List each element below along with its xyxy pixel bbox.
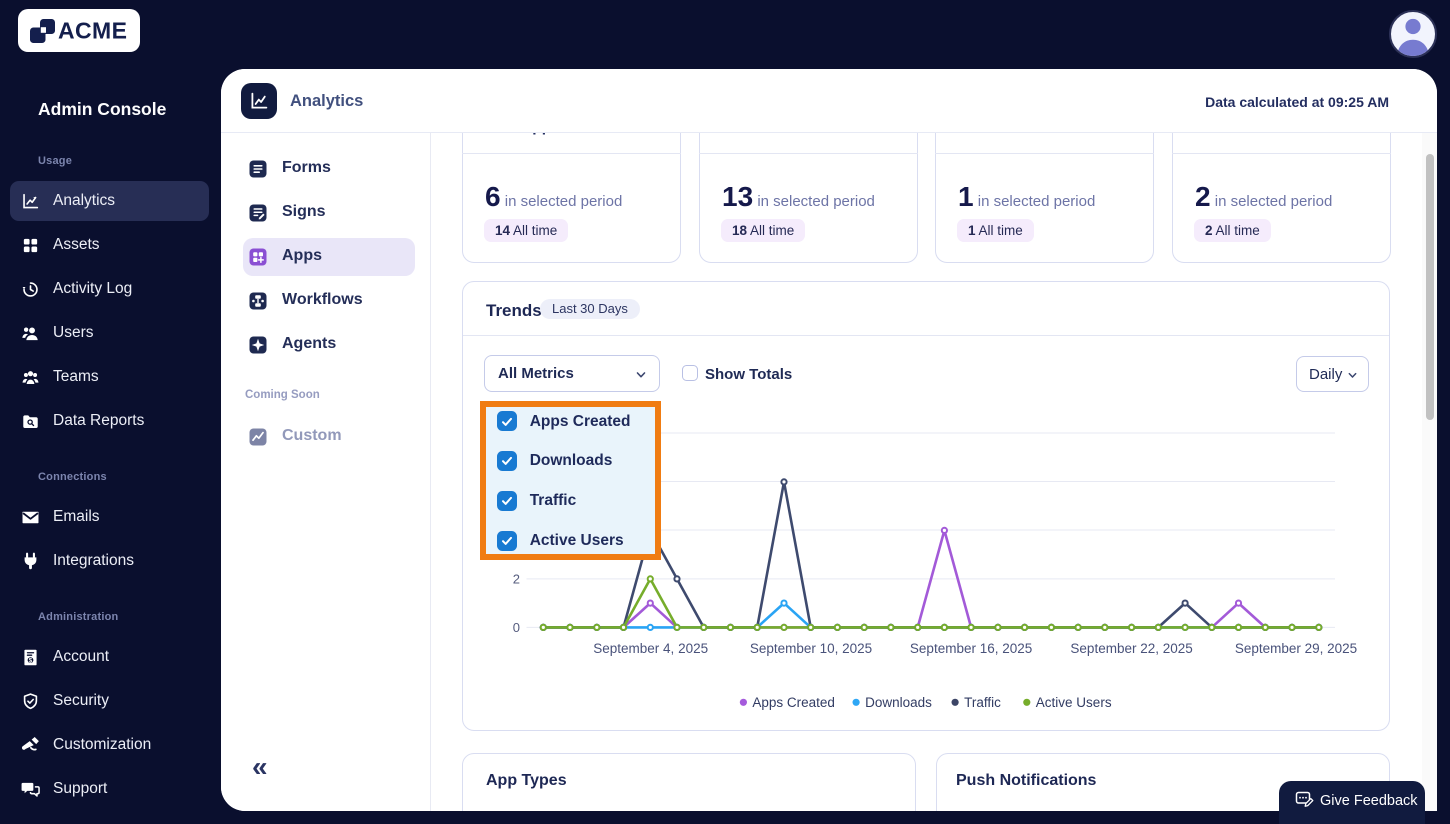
svg-text:0: 0 (513, 620, 520, 635)
svg-text:September 29, 2025: September 29, 2025 (1235, 641, 1357, 656)
svg-text:Apps Created: Apps Created (752, 695, 835, 710)
svg-text:Active Users: Active Users (1036, 695, 1112, 710)
svg-text:2: 2 (513, 572, 520, 587)
svg-text:September 16, 2025: September 16, 2025 (910, 641, 1032, 656)
svg-text:September 22, 2025: September 22, 2025 (1070, 641, 1192, 656)
svg-text:ACME: ACME (58, 18, 127, 43)
svg-text:Traffic: Traffic (964, 695, 1001, 710)
svg-text:September 10, 2025: September 10, 2025 (750, 641, 872, 656)
svg-text:$: $ (29, 657, 33, 664)
svg-text:Downloads: Downloads (865, 695, 932, 710)
svg-text:September 4, 2025: September 4, 2025 (593, 641, 708, 656)
